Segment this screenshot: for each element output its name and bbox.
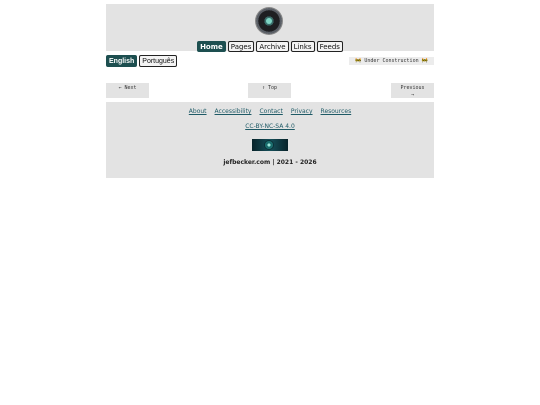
construction-text: Under Construction bbox=[364, 58, 419, 64]
nav-home-button[interactable]: Home bbox=[197, 41, 226, 52]
nav-links-button[interactable]: Links bbox=[290, 41, 315, 52]
logo-core bbox=[266, 18, 272, 24]
main-nav: Home Pages Archive Links Feeds bbox=[106, 41, 434, 52]
construction-left-icon: 🚧 bbox=[355, 58, 362, 64]
previous-label: Previous bbox=[400, 85, 425, 91]
page: Home Pages Archive Links Feeds English P… bbox=[0, 0, 540, 405]
footer-link-about[interactable]: About bbox=[189, 108, 207, 115]
previous-arrow-icon: → bbox=[410, 92, 414, 98]
footer-link-privacy[interactable]: Privacy bbox=[291, 108, 313, 115]
nav-pages-button[interactable]: Pages bbox=[227, 41, 255, 52]
construction-right-icon: 🚧 bbox=[421, 58, 428, 64]
site-banner-image[interactable] bbox=[252, 139, 288, 151]
site-footer: About Accessibility Contact Privacy Reso… bbox=[106, 102, 434, 178]
lang-english-button[interactable]: English bbox=[106, 55, 138, 67]
next-link[interactable]: ← Next bbox=[106, 83, 149, 98]
language-switcher: English Português bbox=[106, 55, 178, 67]
nav-feeds-button[interactable]: Feeds bbox=[316, 41, 343, 52]
top-link[interactable]: ↑ Top bbox=[248, 83, 291, 98]
banner-ring bbox=[264, 140, 274, 150]
orb-logo-icon[interactable] bbox=[256, 8, 282, 34]
previous-link[interactable]: Previous → bbox=[391, 83, 434, 98]
footer-link-resources[interactable]: Resources bbox=[321, 108, 352, 115]
footer-link-accessibility[interactable]: Accessibility bbox=[215, 108, 252, 115]
footer-links: About Accessibility Contact Privacy Reso… bbox=[106, 108, 434, 115]
under-construction-notice: 🚧 Under Construction 🚧 bbox=[349, 57, 434, 65]
license-link[interactable]: CC-BY-NC-SA 4.0 bbox=[106, 123, 434, 130]
top-label: ↑ Top bbox=[261, 85, 278, 91]
next-label: ← Next bbox=[118, 85, 137, 91]
site-header: Home Pages Archive Links Feeds bbox=[106, 4, 434, 52]
footer-link-contact[interactable]: Contact bbox=[259, 108, 282, 115]
lang-portuguese-button[interactable]: Português bbox=[139, 55, 178, 67]
nav-archive-button[interactable]: Archive bbox=[256, 41, 289, 52]
copyright-text: jefbecker.com | 2021 - 2026 bbox=[223, 159, 317, 166]
